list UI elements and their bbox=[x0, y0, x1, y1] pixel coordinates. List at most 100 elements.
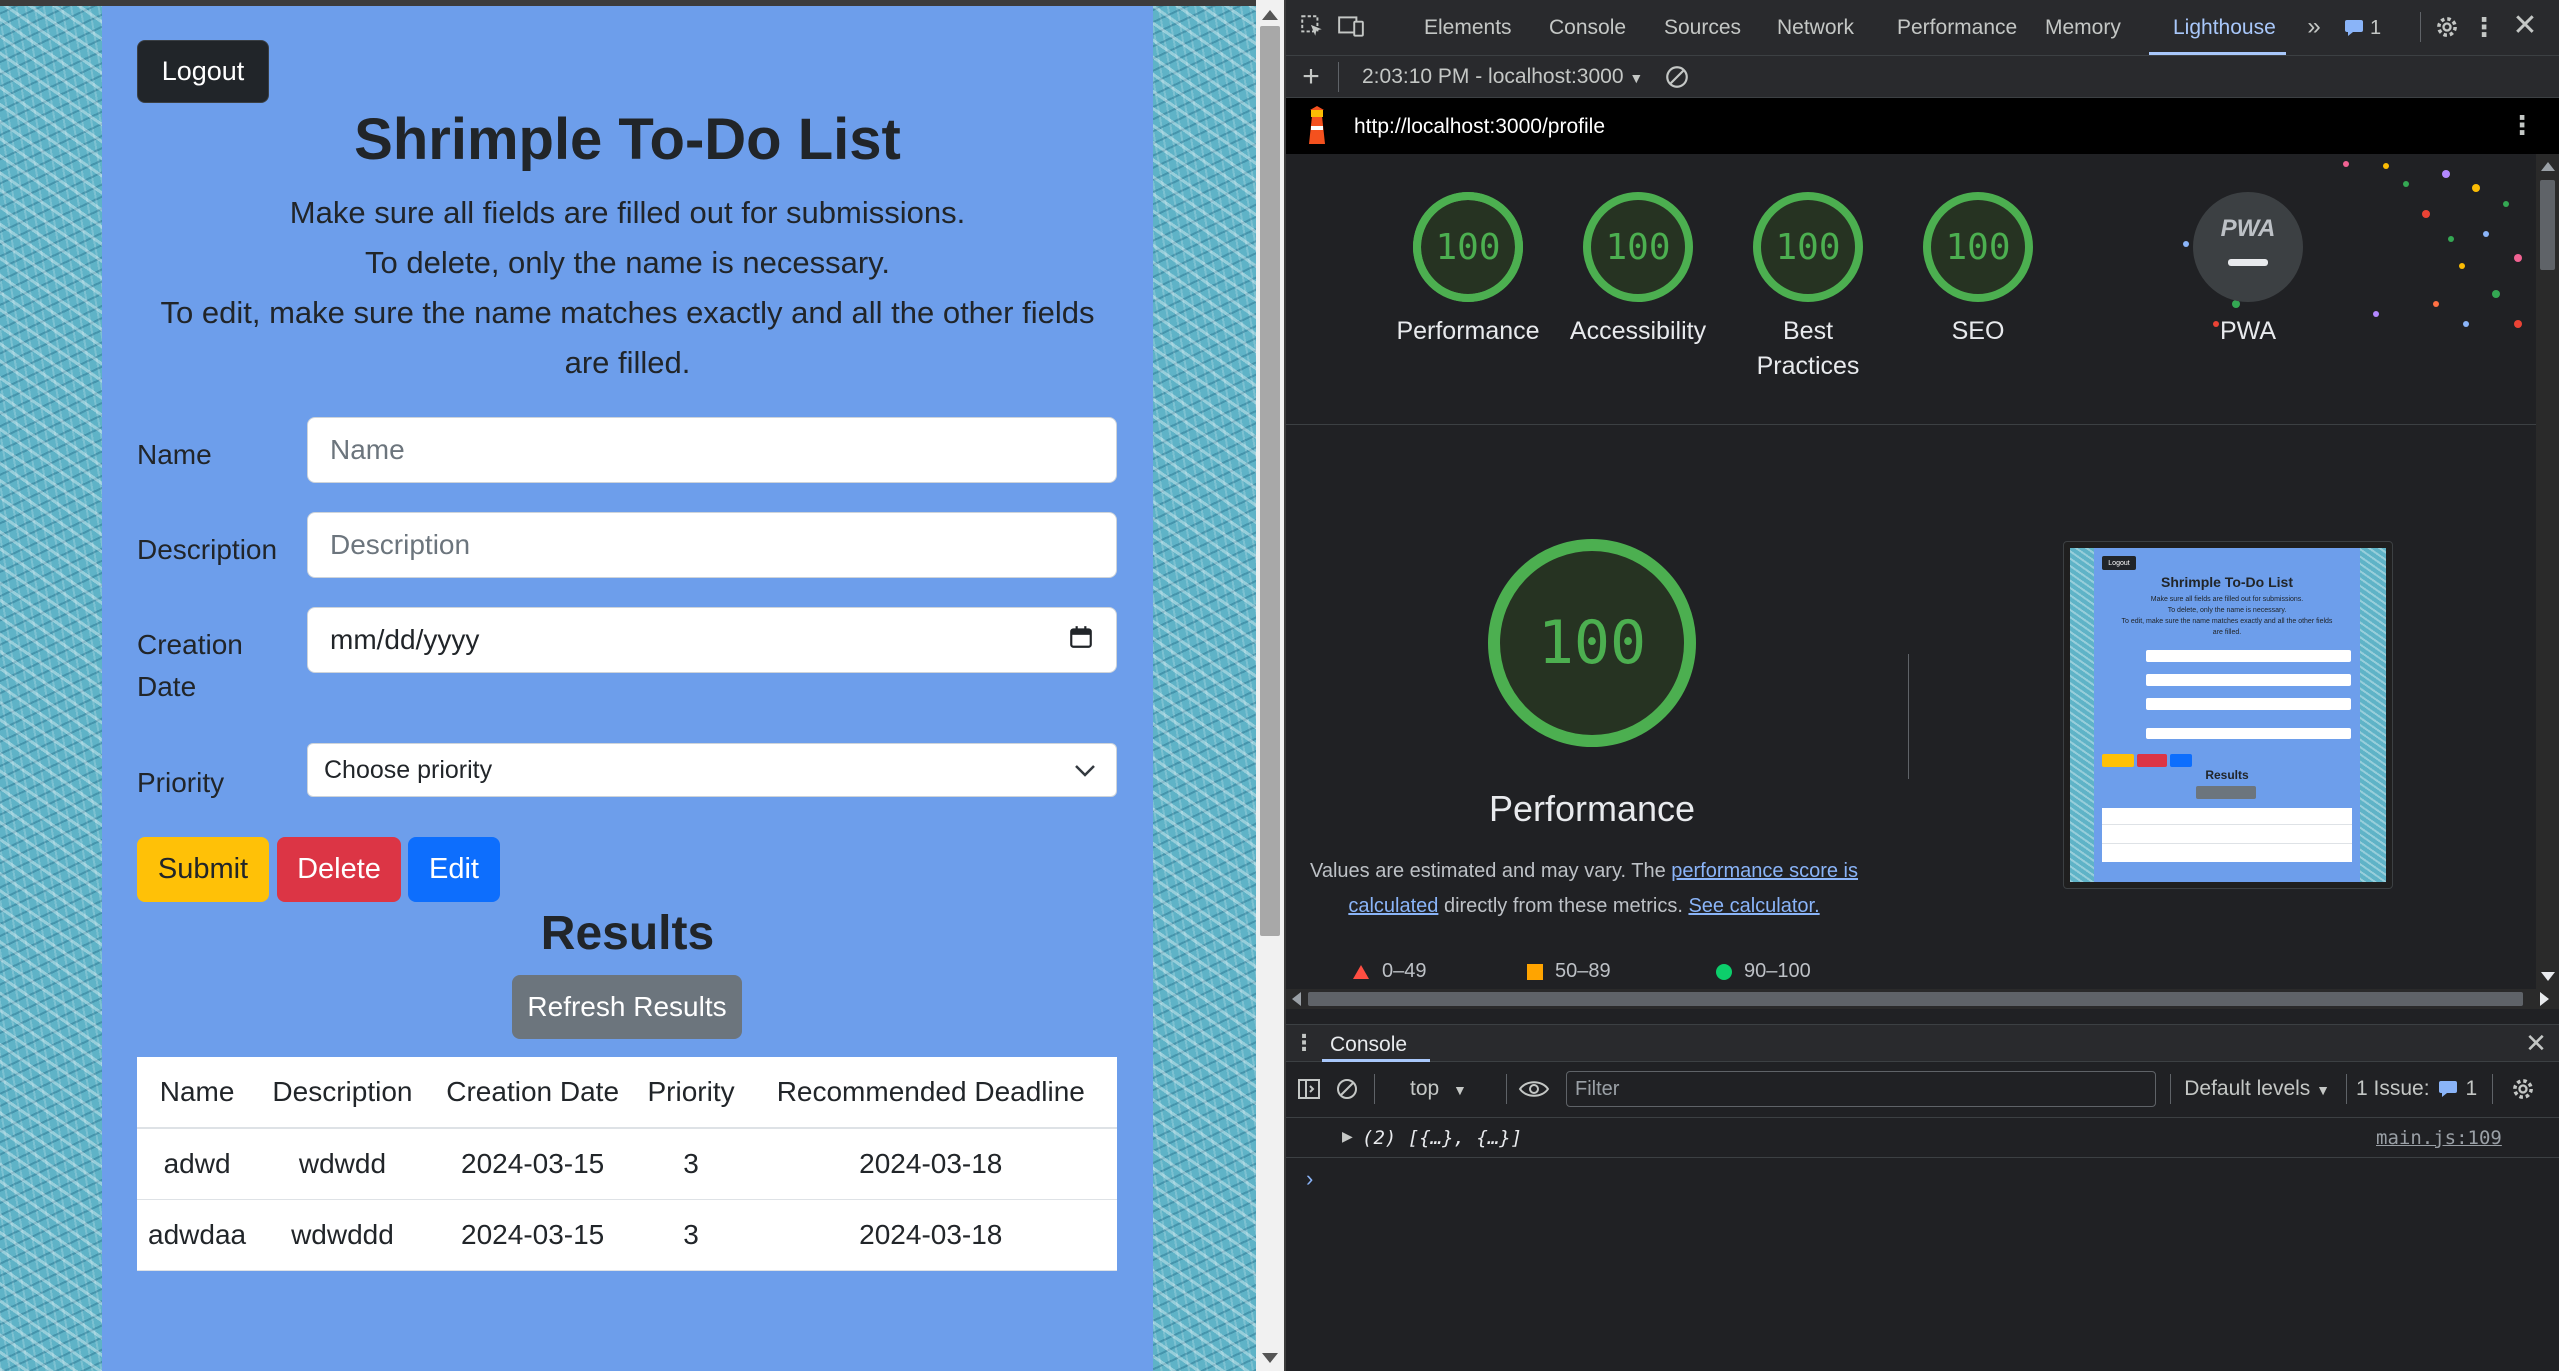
table-cell: 3 bbox=[637, 1128, 745, 1200]
results-title: Results bbox=[540, 907, 715, 960]
submit-button[interactable]: Submit bbox=[137, 837, 269, 902]
thumb-input bbox=[2146, 650, 2351, 662]
more-tabs-icon[interactable]: » bbox=[2300, 13, 2328, 40]
report-menu-icon[interactable]: ⋮ bbox=[2509, 110, 2535, 140]
page-scrollbar[interactable] bbox=[1256, 0, 1284, 1371]
scrollbar-thumb[interactable] bbox=[2540, 180, 2555, 270]
devtools-panel: Elements Console Sources Network Perform… bbox=[1286, 0, 2559, 1371]
table-header-row: Name Description Creation Date Priority … bbox=[137, 1057, 1117, 1129]
name-input[interactable]: Name bbox=[307, 417, 1117, 483]
new-report-plus-icon[interactable]: + bbox=[1296, 60, 1326, 93]
see-calculator-link[interactable]: See calculator. bbox=[1688, 895, 1819, 917]
close-icon[interactable]: ✕ bbox=[2510, 9, 2540, 42]
pwa-badge-gauge[interactable]: PWA bbox=[2190, 189, 2306, 305]
kebab-menu-icon[interactable]: ⋮ bbox=[2471, 12, 2497, 42]
final-screenshot-thumbnail[interactable]: Logout Shrimple To-Do List Make sure all… bbox=[2063, 541, 2393, 889]
scroll-down-arrow-icon[interactable] bbox=[2541, 972, 2555, 981]
eye-icon[interactable] bbox=[1516, 1074, 1552, 1104]
drawer-tabbar: ⋮ Console ✕ bbox=[1286, 1024, 2559, 1062]
filter-placeholder: Filter bbox=[1575, 1077, 1620, 1100]
tab-sources[interactable]: Sources bbox=[1664, 16, 1741, 40]
table-cell: 2024-03-15 bbox=[427, 1199, 638, 1271]
report-scrollbar[interactable] bbox=[2536, 154, 2559, 989]
table-cell: adwdaa bbox=[137, 1199, 258, 1271]
clear-block-icon[interactable] bbox=[1662, 62, 1692, 92]
inspect-element-icon[interactable] bbox=[1298, 12, 1326, 40]
column-header: Description bbox=[257, 1057, 428, 1129]
gauge-label: Performance bbox=[1396, 317, 1540, 345]
report-selector[interactable]: 2:03:10 PM - localhost:3000 ▼ bbox=[1362, 65, 1643, 89]
scroll-up-arrow-icon[interactable] bbox=[2541, 162, 2555, 171]
best-practices-score-gauge[interactable]: 100 bbox=[1750, 189, 1866, 305]
lighthouse-toolbar: + 2:03:10 PM - localhost:3000 ▼ bbox=[1286, 56, 2559, 98]
device-toolbar-icon[interactable] bbox=[1336, 12, 1366, 40]
context-value: top bbox=[1410, 1077, 1440, 1100]
gauge-score: 100 bbox=[1945, 226, 2011, 268]
expand-triangle-icon[interactable]: ▶ bbox=[1342, 1128, 1353, 1145]
console-issues-button[interactable]: 1 Issue: 1 bbox=[2356, 1077, 2477, 1101]
column-header: Recommended Deadline bbox=[744, 1057, 1117, 1129]
thumb-instruction-line: are filled. bbox=[2212, 629, 2242, 636]
sidebar-toggle-icon[interactable] bbox=[1296, 1076, 1322, 1102]
description-input[interactable]: Description bbox=[307, 512, 1117, 578]
tab-lighthouse[interactable]: Lighthouse bbox=[2173, 16, 2276, 40]
thumb-select bbox=[2146, 728, 2351, 739]
thumb-input bbox=[2146, 698, 2351, 710]
lighthouse-report: 100 Performance 100 Accessibility 100 Be… bbox=[1286, 154, 2536, 989]
tab-console[interactable]: Console bbox=[1549, 16, 1626, 40]
thumb-title: Shrimple To-Do List bbox=[2161, 574, 2293, 590]
scroll-up-arrow-icon[interactable] bbox=[1262, 10, 1278, 20]
creation-date-value: mm/dd/yyyy bbox=[330, 624, 480, 655]
scroll-down-arrow-icon[interactable] bbox=[1262, 1353, 1278, 1363]
tab-memory[interactable]: Memory bbox=[2045, 16, 2121, 40]
issues-badge[interactable]: 1 bbox=[2344, 15, 2381, 41]
description-label: Description bbox=[137, 534, 278, 565]
settings-gear-icon[interactable] bbox=[2432, 12, 2462, 42]
scroll-right-arrow-icon[interactable] bbox=[2540, 992, 2549, 1006]
scrollbar-thumb[interactable] bbox=[1260, 26, 1280, 936]
performance-score-gauge[interactable]: 100 bbox=[1410, 189, 1526, 305]
log-levels-dropdown[interactable]: Default levels ▼ bbox=[2170, 1077, 2330, 1101]
lighthouse-logo-icon bbox=[1302, 106, 1332, 146]
source-link[interactable]: main.js:109 bbox=[2376, 1127, 2502, 1149]
legend-label: 50–89 bbox=[1555, 960, 1611, 982]
report-selector-value: 2:03:10 PM - localhost:3000 bbox=[1362, 65, 1624, 88]
log-levels-value: Default levels bbox=[2184, 1077, 2311, 1100]
context-selector[interactable]: top ▼ bbox=[1410, 1077, 1467, 1101]
caret-down-icon: ▼ bbox=[1629, 70, 1644, 86]
logout-button[interactable]: Logout bbox=[137, 40, 269, 103]
console-settings-gear-icon[interactable] bbox=[2508, 1074, 2538, 1104]
accessibility-score-gauge[interactable]: 100 bbox=[1580, 189, 1696, 305]
seo-score-gauge[interactable]: 100 bbox=[1920, 189, 2036, 305]
delete-button[interactable]: Delete bbox=[277, 837, 401, 902]
scrollbar-thumb[interactable] bbox=[1308, 992, 2523, 1006]
creation-date-input[interactable]: mm/dd/yyyy bbox=[307, 607, 1117, 673]
pwa-badge-text: PWA bbox=[2220, 215, 2276, 242]
refresh-results-button[interactable]: Refresh Results bbox=[512, 975, 742, 1039]
thumb-submit bbox=[2102, 754, 2134, 767]
drawer-tab-console[interactable]: Console bbox=[1330, 1033, 1407, 1057]
close-drawer-icon[interactable]: ✕ bbox=[2522, 1028, 2550, 1058]
clear-console-icon[interactable] bbox=[1334, 1076, 1360, 1102]
thumb-delete bbox=[2137, 754, 2167, 767]
console-prompt-icon[interactable]: › bbox=[1306, 1166, 1313, 1192]
gauge-score: 100 bbox=[1605, 226, 1671, 268]
caret-down-icon: ▼ bbox=[2316, 1082, 2330, 1098]
console-log-entry[interactable]: ▶ (2) [{…}, {…}] main.js:109 bbox=[1286, 1118, 2559, 1158]
instruction-line: Make sure all fields are filled out for … bbox=[289, 195, 966, 230]
column-header: Priority bbox=[637, 1057, 745, 1129]
edit-button[interactable]: Edit bbox=[408, 837, 500, 902]
scroll-left-arrow-icon[interactable] bbox=[1292, 992, 1301, 1006]
instruction-line: To edit, make sure the name matches exac… bbox=[160, 295, 1095, 330]
tab-elements[interactable]: Elements bbox=[1424, 16, 1512, 40]
drawer-menu-icon[interactable]: ⋮ bbox=[1293, 1029, 1315, 1057]
performance-description: Values are estimated and may vary. The p… bbox=[1306, 854, 1862, 924]
gauge-score: 100 bbox=[1775, 226, 1841, 268]
priority-select[interactable]: Choose priority bbox=[307, 743, 1117, 797]
calendar-icon[interactable] bbox=[1068, 624, 1094, 657]
report-horizontal-scrollbar[interactable] bbox=[1286, 989, 2559, 1009]
tab-network[interactable]: Network bbox=[1777, 16, 1854, 40]
tab-performance[interactable]: Performance bbox=[1897, 16, 2017, 40]
thumb-edit bbox=[2170, 754, 2192, 767]
console-filter-input[interactable]: Filter bbox=[1566, 1071, 2156, 1107]
